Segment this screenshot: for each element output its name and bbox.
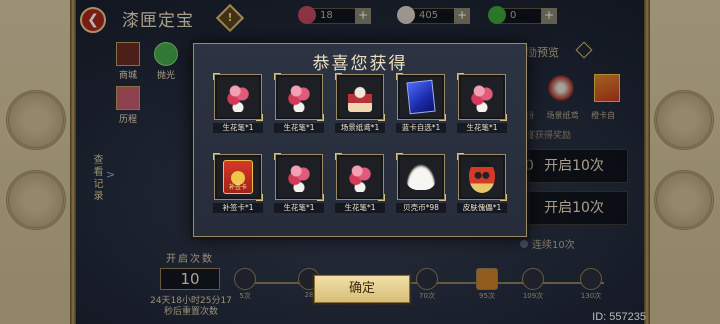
reward-item[interactable]: 场景纸鸢*1 [335,73,385,140]
reward-label: 贝壳币*98 [396,203,446,213]
reward-label: 蓝卡自选*1 [396,123,446,133]
reward-item[interactable]: 贝壳币*98 [396,153,446,220]
opera-mask-icon [469,161,495,193]
reward-label: 场景纸鸢*1 [335,123,385,133]
flower-brush-icon [468,82,496,112]
flower-brush-icon [224,82,252,112]
reward-frame [274,153,324,201]
reward-label: 生花笔*1 [274,123,324,133]
reward-item[interactable]: 生花笔*1 [335,153,385,220]
reward-frame [457,73,507,121]
reward-item[interactable]: 生花笔*1 [274,153,324,220]
reward-frame [396,153,446,201]
blue-card-icon [406,79,436,115]
reward-item[interactable]: 生花笔*1 [274,73,324,140]
reward-label: 生花笔*1 [335,203,385,213]
reward-item[interactable]: 生花笔*1 [213,73,263,140]
reward-frame [274,73,324,121]
modal-title: 恭喜您获得 [312,54,408,74]
reward-frame [213,73,263,121]
reward-frame: 补签卡 [213,153,263,201]
reward-modal: 恭喜您获得 生花笔*1 生花笔*1 场景纸鸢*1 蓝卡自选*1 生花笔*1 补签… [193,43,527,237]
reward-frame [396,73,446,121]
reward-frame [335,153,385,201]
reward-item[interactable]: 补签卡 补签卡*1 [213,153,263,220]
reward-item[interactable]: 蓝卡自选*1 [396,73,446,140]
reward-label: 皮肤傀儡*1 [457,203,507,213]
reward-frame [457,153,507,201]
confirm-button[interactable]: 确定 [314,275,410,303]
reward-label: 生花笔*1 [213,123,263,133]
reward-frame [335,73,385,121]
reward-label: 生花笔*1 [274,203,324,213]
scene-kite-icon [348,82,372,112]
shell-coin-icon [406,164,436,190]
flower-brush-icon [285,82,313,112]
flower-brush-icon [285,162,313,192]
reward-item[interactable]: 皮肤傀儡*1 [457,153,507,220]
resign-card-icon: 补签卡 [223,160,253,194]
resign-card-text: 补签卡 [228,184,247,191]
reward-label: 补签卡*1 [213,203,263,213]
reward-label: 生花笔*1 [457,123,507,133]
reward-item[interactable]: 生花笔*1 [457,73,507,140]
flower-brush-icon [346,162,374,192]
